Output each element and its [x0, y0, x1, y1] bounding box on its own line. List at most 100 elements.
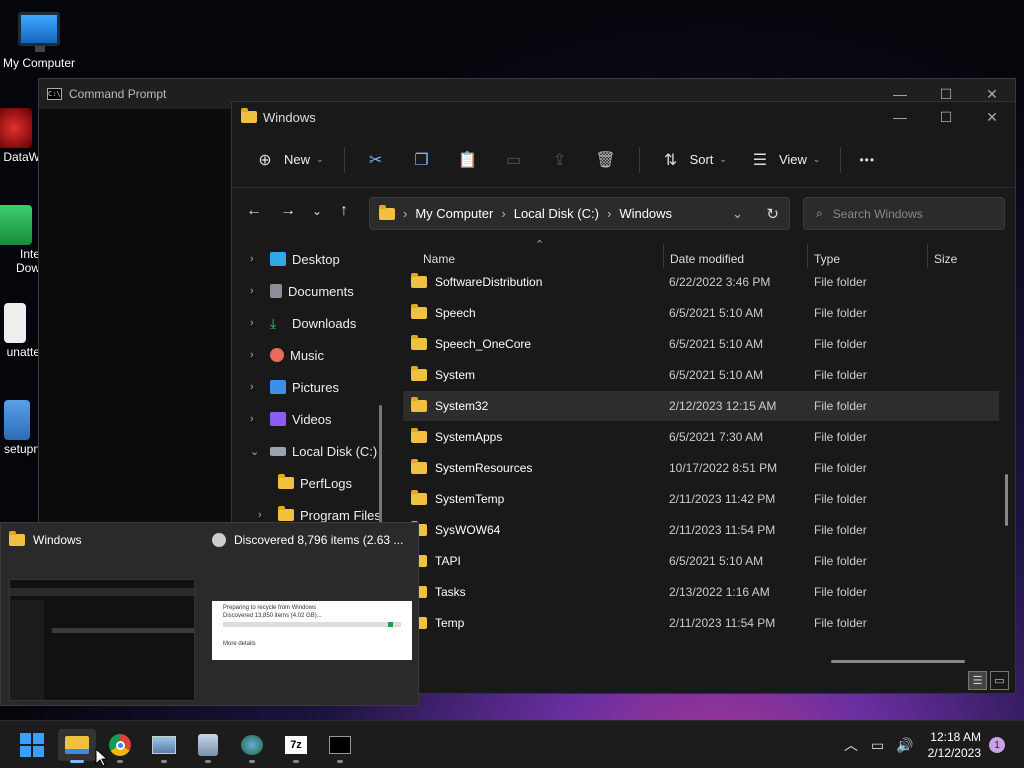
breadcrumb-item[interactable]: Windows: [619, 206, 672, 221]
chevron-right-icon[interactable]: ›: [250, 285, 270, 297]
vertical-scrollbar[interactable]: [1005, 474, 1008, 526]
sort-button[interactable]: ⇅ Sort ⌄: [658, 150, 727, 170]
network-icon[interactable]: ▭: [871, 721, 884, 768]
file-name: SysWOW64: [435, 523, 501, 537]
chevron-right-icon[interactable]: ›: [250, 253, 270, 265]
file-date: 6/5/2021 5:10 AM: [669, 554, 764, 568]
desktop-icon-my-computer[interactable]: My Computer: [0, 12, 78, 70]
tiles-view-icon[interactable]: ▭: [990, 671, 1009, 690]
chevron-right-icon[interactable]: ›: [250, 317, 270, 329]
see-more-button[interactable]: •••: [859, 153, 875, 167]
nav-item-downloads[interactable]: › ⤓ Downloads: [250, 311, 356, 335]
refresh-icon[interactable]: ↻: [766, 205, 779, 223]
taskbar-internet-download-manager[interactable]: [233, 729, 271, 763]
forward-arrow-icon[interactable]: →: [280, 202, 296, 220]
table-row[interactable]: Temp 2/11/2023 11:54 PM File folder: [403, 608, 999, 638]
music-icon: [270, 348, 284, 362]
column-divider[interactable]: [807, 244, 808, 268]
breadcrumb-item[interactable]: My Computer: [415, 206, 493, 221]
folder-icon: [411, 304, 427, 319]
nav-item-desktop[interactable]: › Desktop: [250, 247, 340, 271]
back-arrow-icon[interactable]: ←: [246, 202, 262, 220]
preview-thumbnail-explorer[interactable]: [9, 579, 195, 701]
taskbar: 7z ︿ ▭ 🔊 12:18 AM 2/12/2023 1: [0, 720, 1024, 768]
breadcrumb-item[interactable]: Local Disk (C:): [514, 206, 599, 221]
close-button[interactable]: ✕: [969, 102, 1015, 132]
chevron-down-icon[interactable]: ⌄: [250, 445, 270, 458]
preview-window-2-header[interactable]: Discovered 8,796 items (2.63 ...: [212, 533, 403, 547]
table-row[interactable]: Speech 6/5/2021 5:10 AM File folder: [403, 298, 999, 328]
start-button[interactable]: [13, 729, 51, 761]
notification-badge[interactable]: 1: [989, 737, 1005, 753]
nav-item-label: Downloads: [292, 315, 357, 331]
taskbar-7zip[interactable]: 7z: [277, 729, 315, 763]
delete-icon[interactable]: 🗑: [593, 150, 619, 170]
file-type: File folder: [814, 554, 867, 568]
chevron-right-icon[interactable]: ›: [258, 509, 278, 521]
clock-time: 12:18 AM: [930, 730, 981, 744]
recycle-status-line: Preparing to recycle from Windows: [223, 605, 317, 611]
desktop-icon-dataw[interactable]: DataW: [0, 108, 40, 164]
file-list: Name ⌃ Date modified Type Size SoftwareD…: [391, 239, 1015, 693]
table-row-selected[interactable]: System32 2/12/2023 12:15 AM File folder: [403, 391, 999, 421]
table-row[interactable]: Tasks 2/13/2022 1:16 AM File folder: [403, 577, 999, 607]
nav-item-videos[interactable]: › Videos: [250, 407, 332, 431]
view-button[interactable]: ☰ View ⌄: [747, 150, 821, 170]
details-view-icon[interactable]: ☰: [968, 671, 987, 690]
chevron-down-icon[interactable]: ⌄: [732, 206, 743, 222]
file-type: File folder: [814, 616, 867, 630]
nav-scrollbar[interactable]: [379, 405, 382, 525]
volume-icon[interactable]: 🔊: [896, 721, 913, 768]
taskbar-command-prompt[interactable]: [321, 729, 359, 763]
chevron-right-icon[interactable]: ›: [250, 349, 270, 361]
recent-locations-icon[interactable]: ⌄: [312, 204, 322, 218]
chevron-right-icon[interactable]: ›: [250, 413, 270, 425]
setup-icon: [4, 400, 30, 440]
taskbar-image-viewer[interactable]: [145, 729, 183, 763]
file-type: File folder: [814, 368, 867, 382]
horizontal-scrollbar[interactable]: [831, 660, 965, 663]
cut-icon[interactable]: ✂: [363, 150, 389, 170]
show-hidden-icons-button[interactable]: ︿: [844, 721, 858, 768]
column-divider[interactable]: [663, 244, 664, 268]
preview-thumbnail-recycle-progress[interactable]: Preparing to recycle from Windows Discov…: [212, 601, 412, 660]
minimize-button[interactable]: —: [877, 102, 923, 132]
paste-icon[interactable]: 📋: [455, 150, 481, 170]
nav-item-local-disk[interactable]: ⌄ Local Disk (C:): [250, 439, 377, 463]
up-arrow-icon[interactable]: ↑: [340, 202, 348, 220]
taskbar-file-explorer[interactable]: [58, 729, 96, 763]
column-divider[interactable]: [927, 244, 928, 268]
table-row[interactable]: TAPI 6/5/2021 5:10 AM File folder: [403, 546, 999, 576]
share-icon[interactable]: ⇪: [547, 150, 573, 170]
table-row[interactable]: SystemApps 6/5/2021 7:30 AM File folder: [403, 422, 999, 452]
system-clock[interactable]: 12:18 AM 2/12/2023: [928, 729, 981, 761]
file-type: File folder: [814, 337, 867, 351]
new-button[interactable]: ⊕ New ⌄: [252, 150, 323, 170]
table-row[interactable]: SysWOW64 2/11/2023 11:54 PM File folder: [403, 515, 999, 545]
mouse-cursor-icon: [95, 748, 107, 767]
taskbar-app[interactable]: [189, 729, 227, 763]
address-bar[interactable]: › My Computer › Local Disk (C:) › Window…: [369, 197, 790, 230]
folder-icon: [411, 428, 427, 443]
file-type: File folder: [814, 430, 867, 444]
desktop-icon-setup[interactable]: setupn: [0, 400, 40, 456]
desktop-icon-internet-download[interactable]: Inte Dow: [0, 205, 40, 275]
table-row[interactable]: SoftwareDistribution 6/22/2022 3:46 PM F…: [403, 267, 999, 297]
preview-window-1-header[interactable]: Windows: [9, 531, 82, 547]
nav-item-documents[interactable]: › Documents: [250, 279, 354, 303]
table-row[interactable]: Speech_OneCore 6/5/2021 5:10 AM File fol…: [403, 329, 999, 359]
nav-item-pictures[interactable]: › Pictures: [250, 375, 339, 399]
search-input[interactable]: ⌕ Search Windows: [803, 197, 1005, 230]
nav-item-music[interactable]: › Music: [250, 343, 324, 367]
chevron-right-icon[interactable]: ›: [250, 381, 270, 393]
nav-item-perflogs[interactable]: PerfLogs: [278, 471, 352, 495]
copy-icon[interactable]: ❐: [409, 150, 435, 170]
table-row[interactable]: SystemTemp 2/11/2023 11:42 PM File folde…: [403, 484, 999, 514]
table-row[interactable]: System 6/5/2021 5:10 AM File folder: [403, 360, 999, 390]
rename-icon[interactable]: ▭: [501, 150, 527, 170]
maximize-button[interactable]: ☐: [923, 102, 969, 132]
sort-icon: ⇅: [663, 151, 678, 169]
table-row[interactable]: SystemResources 10/17/2022 8:51 PM File …: [403, 453, 999, 483]
file-date: 2/11/2023 11:42 PM: [669, 492, 776, 506]
desktop-icon-unattend[interactable]: unatte: [0, 303, 40, 359]
